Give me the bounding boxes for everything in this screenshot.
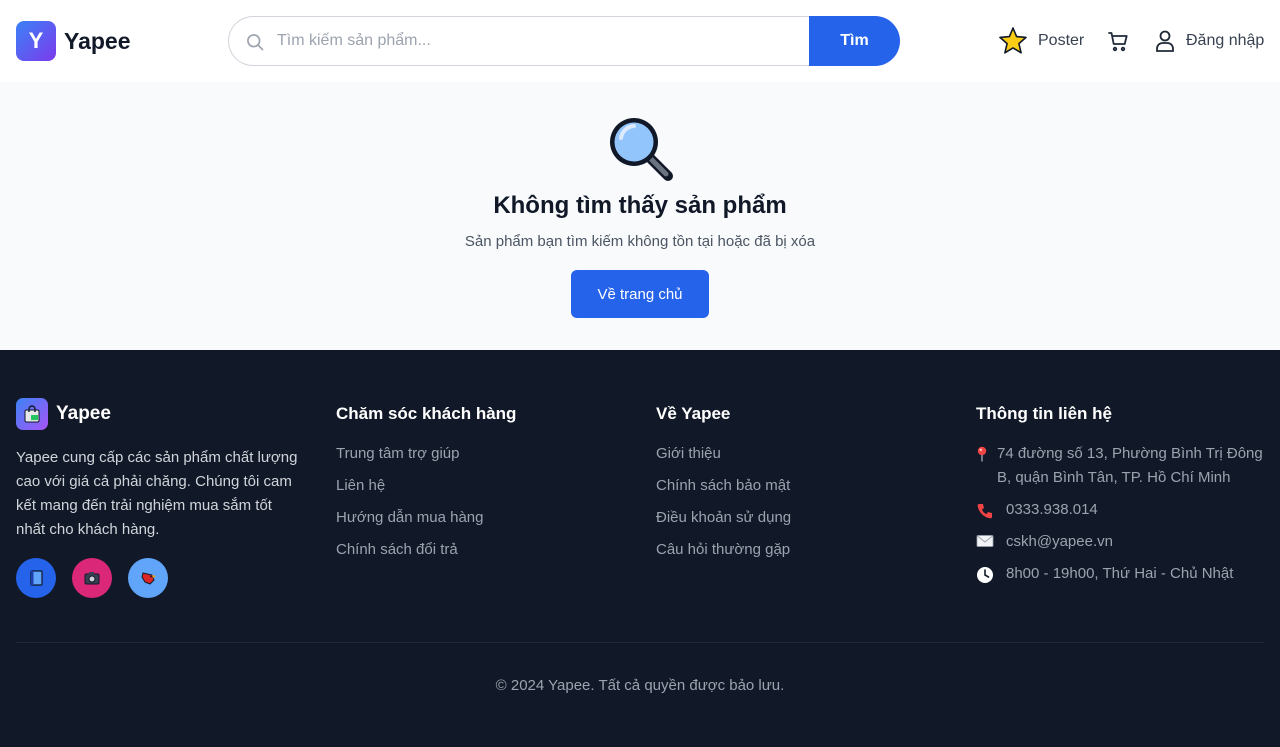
contact-hours: 8h00 - 19h00, Thứ Hai - Chủ Nhật [976,562,1266,586]
copyright-text: © 2024 Yapee. Tất cả quyền được bảo lưu. [495,677,785,694]
list-item: Chính sách đổi trả [336,538,516,570]
social-facebook-button[interactable] [16,558,56,598]
list-item: Liên hệ [336,474,516,506]
list-item: Hướng dẫn mua hàng [336,506,516,538]
brand-name: Yapee [64,27,131,54]
social-instagram-button[interactable] [72,558,112,598]
site-header: Y Yapee Tìm Poster Đăng nhập [0,0,1280,82]
footer-description: Yapee cung cấp các sản phẩm chất lượng c… [16,449,298,538]
list-item: Giới thiệu [656,442,791,474]
not-found-section: Không tìm thấy sản phẩm Sản phẩm bạn tìm… [0,82,1280,350]
list-item: Trung tâm trợ giúp [336,442,516,474]
footer-brand-column: Yapee Yapee cung cấp các sản phẩm chất l… [16,398,301,598]
site-footer: Yapee Yapee cung cấp các sản phẩm chất l… [0,350,1280,747]
star-icon [999,27,1027,54]
user-icon [1156,30,1174,52]
mail-icon [976,530,1006,554]
phone-icon [976,498,1006,522]
email-text: cskh@yapee.vn [1006,533,1113,550]
contact-list: 74 đường số 13, Phường Bình Trị Đông B, … [976,442,1266,586]
list-item: Câu hỏi thường gặp [656,538,791,570]
login-label: Đăng nhập [1186,32,1265,49]
logo-link[interactable]: Y Yapee [16,21,131,61]
contact-address: 74 đường số 13, Phường Bình Trị Đông B, … [976,442,1266,490]
poster-link[interactable]: Poster [998,26,1084,56]
about-title: Về Yapee [656,404,731,423]
about-column: Về Yapee Giới thiệu Chính sách bảo mật Đ… [656,398,791,570]
camera-icon [84,572,100,585]
contact-title: Thông tin liên hệ [976,404,1112,423]
shopping-bag-icon [16,398,48,430]
search-form: Tìm [228,16,900,66]
buying-guide-link[interactable]: Hướng dẫn mua hàng [336,509,483,526]
contact-email: cskh@yapee.vn [976,530,1266,554]
address-text: 74 đường số 13, Phường Bình Trị Đông B, … [997,445,1263,486]
search-field [228,16,809,66]
list-item: Điều khoản sử dụng [656,506,791,538]
footer-brand-name: Yapee [56,403,111,424]
login-link[interactable]: Đăng nhập [1154,26,1264,56]
contact-column: Thông tin liên hệ 74 đường số 13, Phường… [976,398,1266,594]
poster-label: Poster [1038,32,1085,49]
pin-icon [976,442,997,490]
terms-link[interactable]: Điều khoản sử dụng [656,509,791,526]
bird-icon [141,572,156,585]
faq-link[interactable]: Câu hỏi thường gặp [656,541,790,558]
phone-text: 0333.938.014 [1006,501,1098,518]
page-subtitle: Sản phẩm bạn tìm kiếm không tồn tại hoặc… [464,233,816,250]
book-icon [30,570,43,586]
customer-care-column: Chăm sóc khách hàng Trung tâm trợ giúp L… [336,398,516,570]
customer-care-links: Trung tâm trợ giúp Liên hệ Hướng dẫn mua… [336,442,516,570]
introduction-link[interactable]: Giới thiệu [656,445,721,462]
page-title: Không tìm thấy sản phẩm [493,192,787,219]
cart-button[interactable] [1105,28,1131,54]
about-links: Giới thiệu Chính sách bảo mật Điều khoản… [656,442,791,570]
search-button[interactable]: Tìm [809,16,900,66]
contact-link[interactable]: Liên hệ [336,477,385,494]
search-input[interactable] [277,17,797,65]
social-links [16,558,301,598]
social-twitter-button[interactable] [128,558,168,598]
logo-mark: Y [16,21,56,61]
hours-text: 8h00 - 19h00, Thứ Hai - Chủ Nhật [1006,565,1234,582]
return-policy-link[interactable]: Chính sách đổi trả [336,541,458,558]
magnifier-icon [610,118,673,181]
list-item: Chính sách bảo mật [656,474,791,506]
footer-divider [16,642,1264,643]
contact-phone: 0333.938.014 [976,498,1266,522]
search-icon [247,34,264,51]
home-button[interactable]: Về trang chủ [571,270,709,318]
footer-brand: Yapee [16,398,301,430]
privacy-policy-link[interactable]: Chính sách bảo mật [656,477,790,494]
customer-care-title: Chăm sóc khách hàng [336,404,517,423]
cart-icon [1108,32,1128,52]
help-center-link[interactable]: Trung tâm trợ giúp [336,445,460,462]
clock-icon [976,562,1006,586]
